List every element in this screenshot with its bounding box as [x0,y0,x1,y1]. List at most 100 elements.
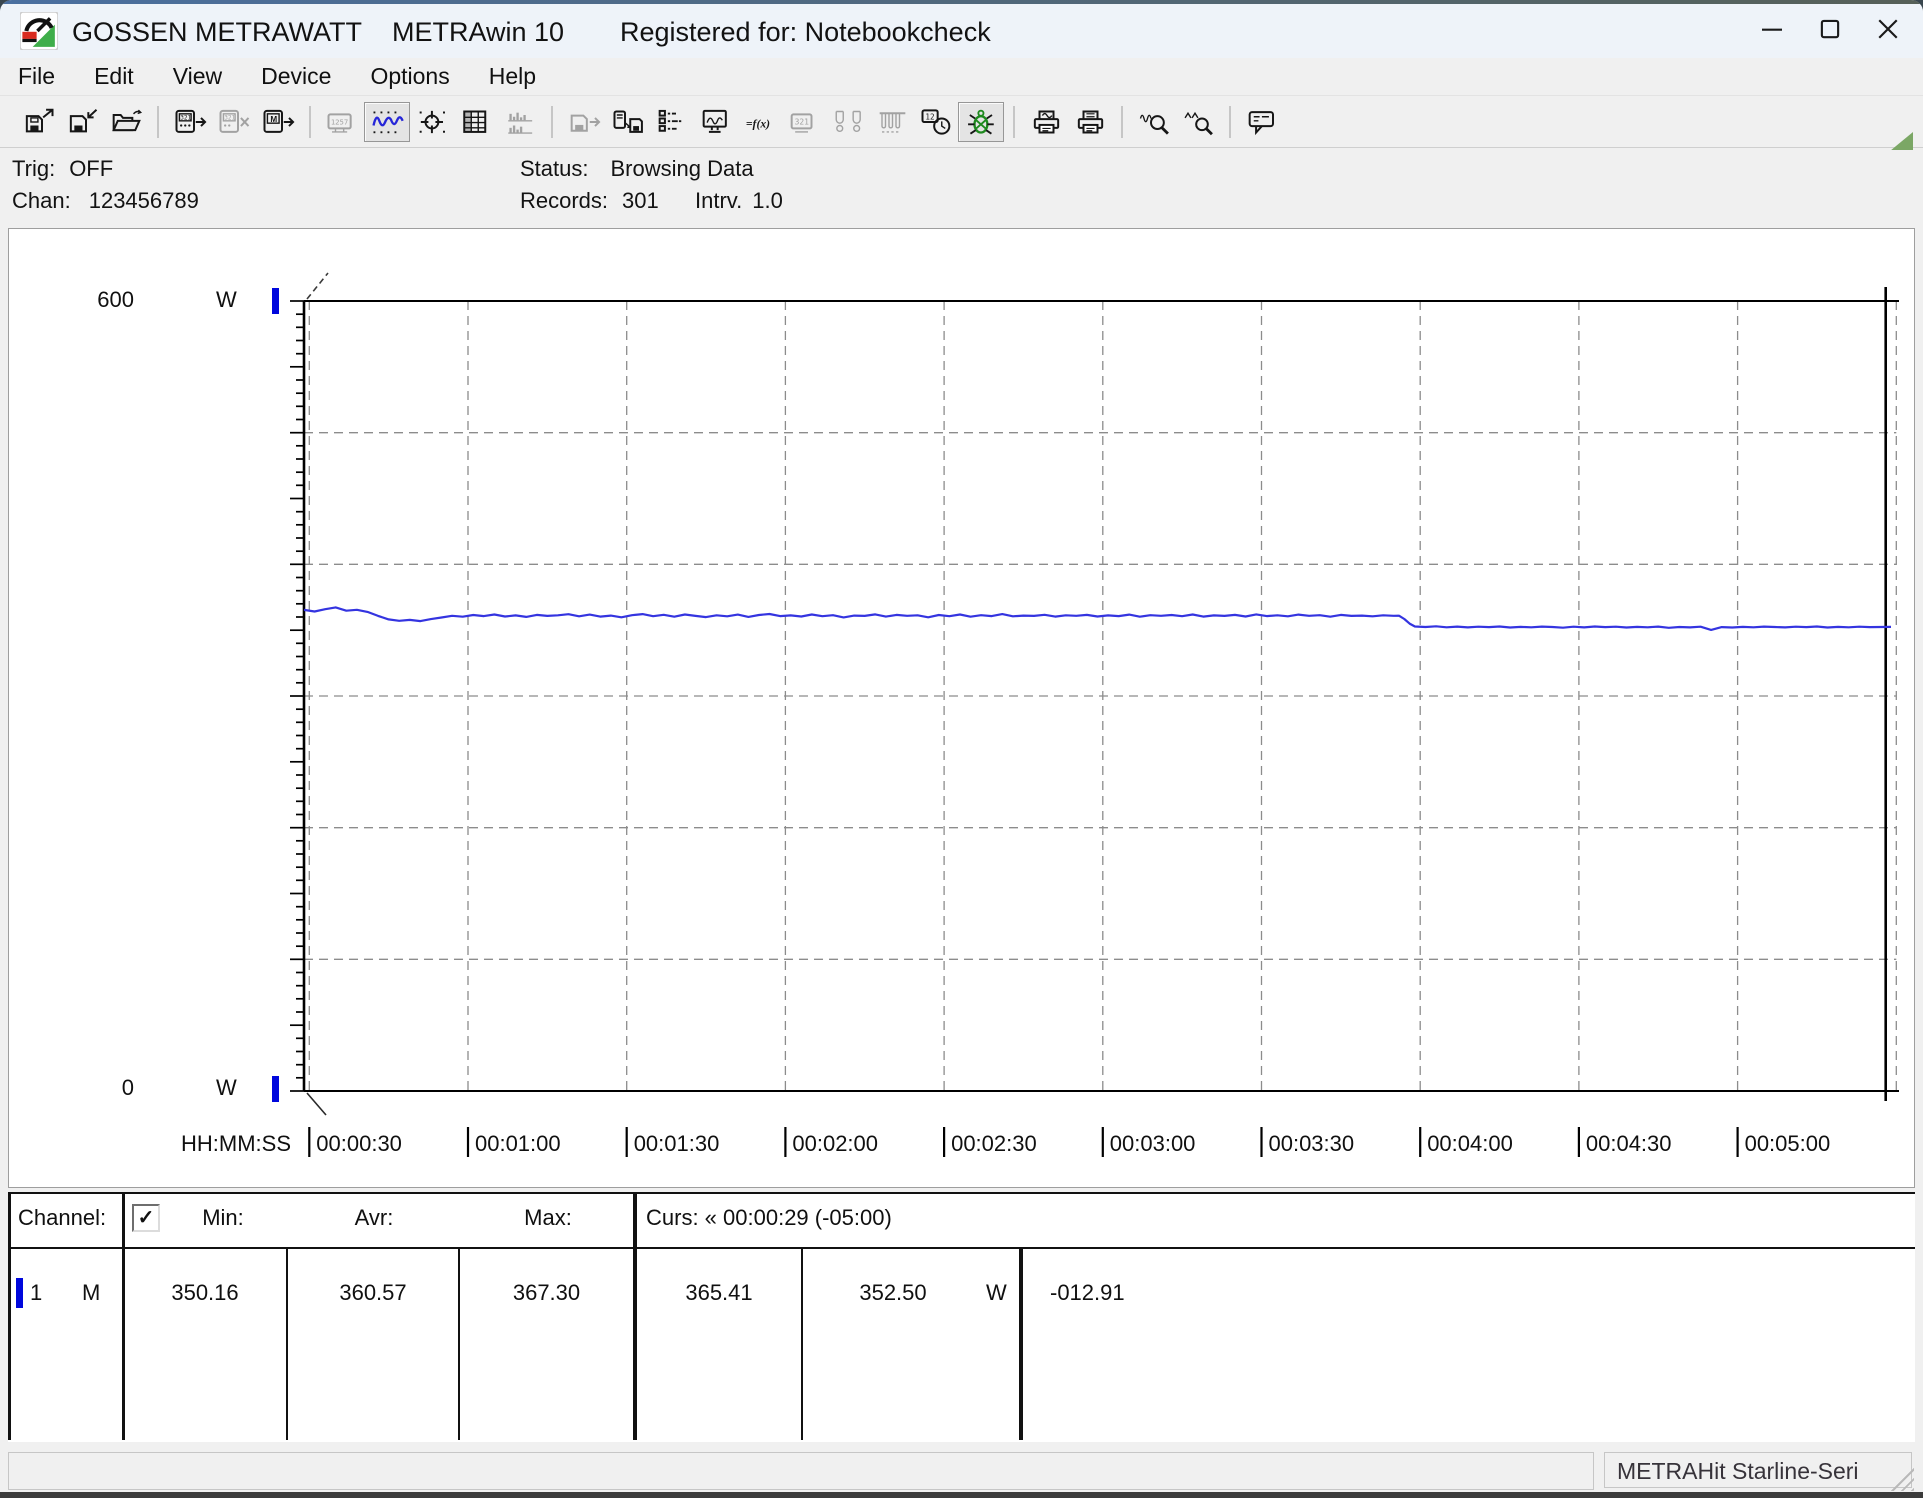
channel-marker-bottom [272,1076,279,1102]
cursor2-value-cell: 352.50 [813,1280,973,1306]
view-curve-button[interactable] [364,102,410,142]
power-data-line [304,607,1891,630]
display-1257-button: 1257 [320,103,364,141]
menu-item-help[interactable]: Help [489,63,536,90]
x-axis-tick-label: 00:01:00 [475,1131,561,1157]
save-file-button[interactable] [16,103,60,141]
avr-value-cell: 360.57 [288,1280,458,1306]
svg-text:321: 321 [180,114,191,121]
channel-number-cell: 1 [30,1280,42,1306]
y-axis-min-label: 0 [79,1075,134,1101]
column-header-max: Max: [478,1205,618,1231]
recording-status: Status:Browsing Data [520,156,754,182]
close-button[interactable] [1859,4,1917,54]
filter-comb-button [870,103,914,141]
table-border [458,1249,460,1440]
toolbar: 321 321 M 1257 =f(x) 321 12 [0,96,1923,148]
x-axis-tick-label: 00:02:00 [792,1131,878,1157]
x-axis-tick-label: 00:00:30 [316,1131,402,1157]
menu-item-device[interactable]: Device [261,63,331,90]
toolbar-separator [551,106,553,138]
formula-button[interactable]: =f(x) [738,103,782,141]
min-value-cell: 350.16 [124,1280,286,1306]
channel-setup-button[interactable] [650,103,694,141]
menu-bar: File Edit View Device Options Help [0,58,1923,96]
channel-mode-cell: M [82,1280,100,1306]
column-header-min: Min: [158,1205,288,1231]
menu-item-options[interactable]: Options [370,63,449,90]
records-status: Records:301 Intrv.1.0 [520,188,783,214]
view-histogram-button [498,103,542,141]
column-header-avr: Avr: [304,1205,444,1231]
channel-marker-top [272,288,279,314]
svg-text:321: 321 [794,117,809,126]
view-table-button[interactable] [454,103,498,141]
monitor-view-button[interactable] [694,103,738,141]
device-name: METRAHit Starline-Seri [1617,1458,1859,1484]
cursor1-value-cell: 365.41 [637,1280,801,1306]
save-data-button[interactable] [60,103,104,141]
toolbar-separator [1121,106,1123,138]
y-axis-max-label: 600 [79,287,134,313]
time-sync-button[interactable]: 12 [914,103,958,141]
window-bottom-edge [0,1492,1923,1498]
title-brand: GOSSEN METRAWATT [72,17,362,48]
trigger-status: Trig:OFF [12,156,113,182]
toolbar-separator [309,106,311,138]
channel-status: Chan:123456789 [12,188,199,214]
cursor-delta-cell: -012.91 [1050,1280,1125,1306]
status-bar: METRAHit Starline-Seri [8,1450,1915,1492]
title-bar[interactable]: GOSSEN METRAWATT METRAwin 10 Registered … [0,4,1923,58]
column-header-channel: Channel: [18,1205,106,1231]
menu-item-view[interactable]: View [173,63,222,90]
minimize-button[interactable] [1743,4,1801,54]
svg-text:321: 321 [224,114,235,121]
table-border [286,1249,288,1440]
open-file-button[interactable] [104,103,148,141]
svg-text:1257: 1257 [330,117,347,126]
svg-text:12: 12 [925,112,934,121]
device-send-321-button[interactable]: 321 [168,103,212,141]
x-axis-tick-label: 00:03:30 [1268,1131,1354,1157]
x-axis-tick-label: 00:02:30 [951,1131,1037,1157]
debug-bug-button[interactable] [958,102,1004,142]
print-button[interactable] [1068,103,1112,141]
display-321-button: 321 [782,103,826,141]
export-disk-button [562,103,606,141]
table-border [8,1247,1915,1249]
window-controls [1743,4,1917,58]
column-header-cursors: Curs: « 00:00:29 (-05:00) [646,1205,892,1231]
x-axis-tick-label: 00:04:30 [1586,1131,1672,1157]
device-store-button[interactable] [606,103,650,141]
table-border [633,1192,637,1440]
title-registered: Registered for: Notebookcheck [620,17,991,48]
app-window: GOSSEN METRAWATT METRAwin 10 Registered … [0,0,1923,1498]
zoom-out-button[interactable] [1132,103,1176,141]
power-chart-svg[interactable] [9,229,1914,1187]
x-axis-tick-label: 00:01:30 [634,1131,720,1157]
cursor2-unit-cell: W [986,1280,1007,1306]
channel-visibility-checkbox[interactable]: ✓ [132,1204,160,1232]
max-value-cell: 367.30 [460,1280,633,1306]
table-border [122,1192,125,1440]
toolbar-separator [1013,106,1015,138]
menu-item-edit[interactable]: Edit [94,63,134,90]
annotation-button[interactable] [1240,103,1284,141]
x-axis-tick-label: 00:04:00 [1427,1131,1513,1157]
y-axis-min-unit: W [216,1075,237,1101]
device-send-m-button[interactable]: M [256,103,300,141]
zoom-in-button[interactable] [1176,103,1220,141]
x-axis-tick-label: 00:05:00 [1745,1131,1831,1157]
toolbar-separator [157,106,159,138]
device-disconnect-321-button: 321 [212,103,256,141]
channel-color-marker [16,1278,23,1308]
print-preview-button[interactable] [1024,103,1068,141]
view-scope-button[interactable] [410,103,454,141]
measure-calipers-button [826,103,870,141]
table-border [8,1192,1915,1194]
maximize-button[interactable] [1801,4,1859,54]
x-axis-format-label: HH:MM:SS [159,1131,291,1157]
menu-item-file[interactable]: File [18,63,55,90]
title-app-name: METRAwin 10 [392,17,564,48]
chart-panel[interactable]: 600 W 0 W HH:MM:SS 00:00:3000:01:0000:01… [8,228,1915,1188]
